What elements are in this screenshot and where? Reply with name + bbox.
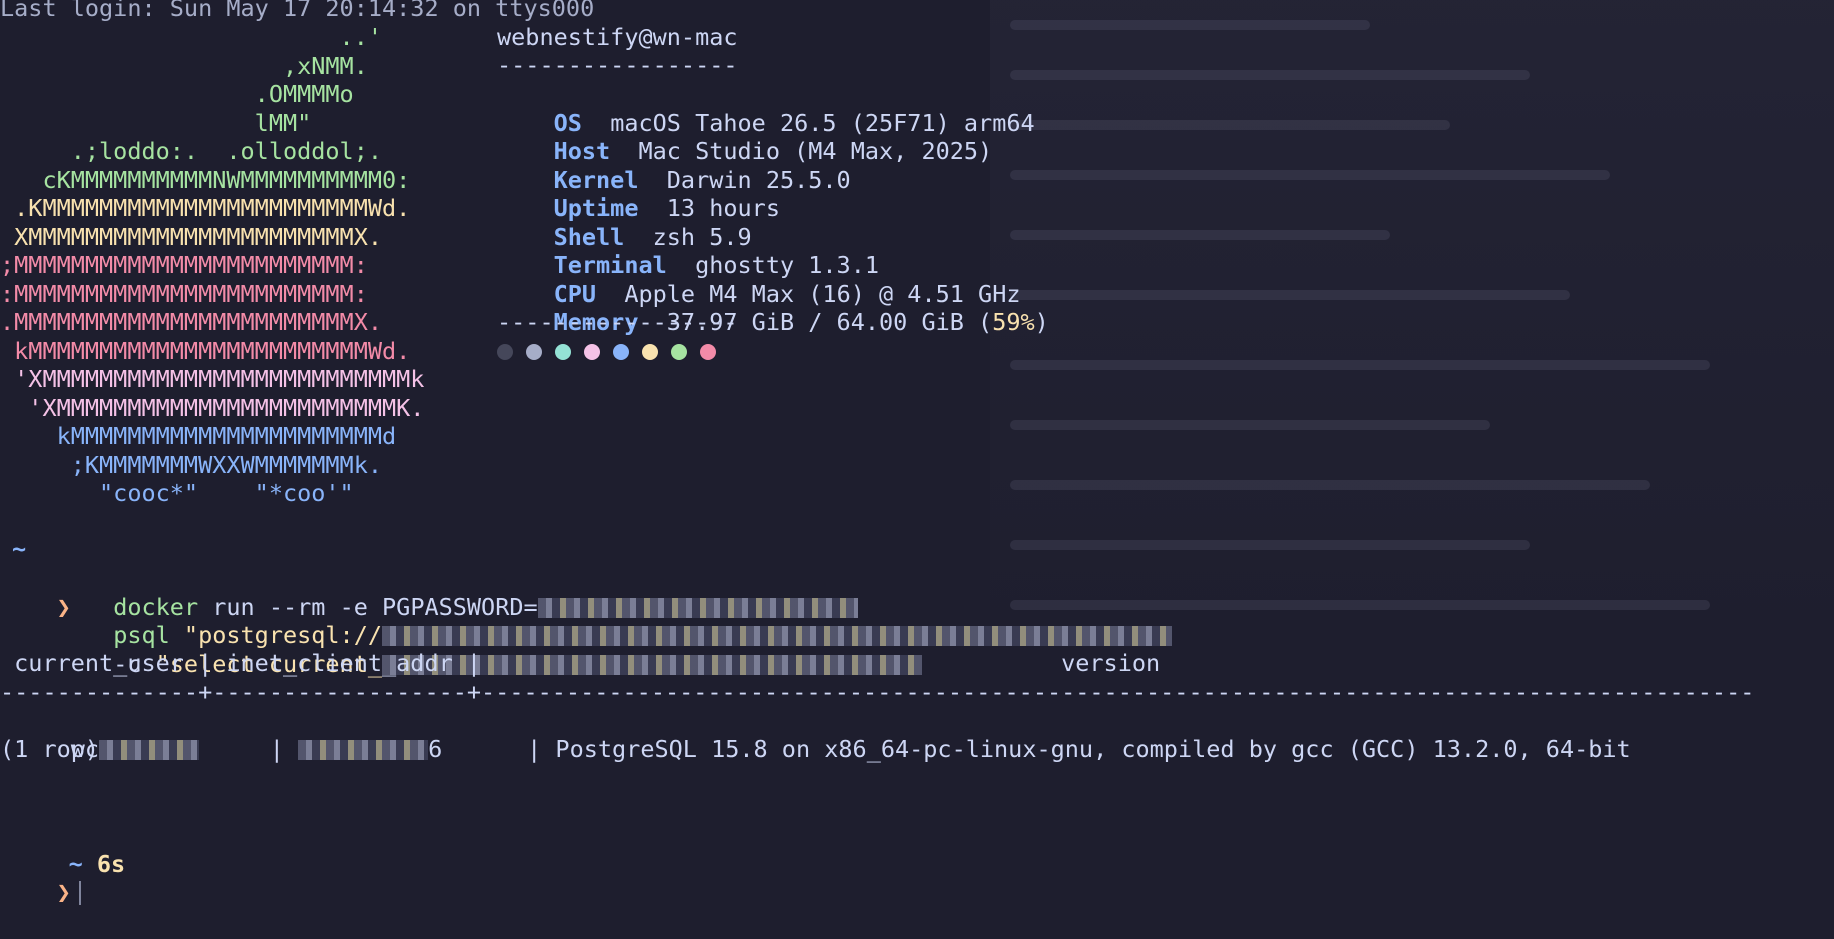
logo-line: kMMMMMMMMMMMMMMMMMMMMMMMMWd. (0, 336, 411, 365)
logo-line: 'XMMMMMMMMMMMMMMMMMMMMMMMMMMk (0, 365, 425, 393)
logo-line: :MMMMMMMMMMMMMMMMMMMMMMMM: (0, 279, 368, 308)
redacted-user (99, 740, 200, 760)
palette-dot (671, 344, 687, 360)
logo-line: ..' (0, 23, 383, 51)
palette-dot (700, 344, 716, 360)
palette-dot (555, 344, 571, 360)
logo-line: ;KMMMMMMMWXXWMMMMMMMk. (0, 450, 383, 479)
table-divider: --------------+------------------+------… (0, 678, 1755, 706)
prompt-directory: ~ (12, 535, 27, 563)
user-host: webnestify@wn-mac (497, 23, 738, 51)
logo-line: ,xNMM. (0, 51, 368, 80)
prompt-line-2: ~ 6s (12, 821, 126, 878)
sysinfo-row-uptime: Uptime 13 hours (497, 165, 780, 222)
color-palette (497, 344, 716, 360)
table-row: pc | 6 | PostgreSQL 15.8 on x86_64-pc-li… (0, 706, 1631, 763)
palette-dot (613, 344, 629, 360)
palette-dot (497, 344, 513, 360)
sysinfo-row-memory: Memory 37.97 GiB / 64.00 GiB (59%) (497, 279, 1049, 336)
table-header: current_user | inet_client_addr | versio… (0, 649, 1161, 677)
last-login-line: Last login: Sun May 17 20:14:32 on ttys0… (0, 0, 595, 22)
row-count: (1 row) (0, 735, 100, 763)
cell-version: | PostgreSQL 15.8 on x86_64-pc-linux-gnu… (442, 734, 1631, 763)
logo-line: "cooc*" "*coo'" (0, 479, 354, 507)
logo-line: .KMMMMMMMMMMMMMMMMMMMMMMMWd. (0, 194, 411, 222)
sysinfo-separator-bottom: ----------------- (497, 308, 738, 336)
logo-line: .;loddo:. .olloddol;. (0, 137, 383, 165)
sysinfo-row-os: OS macOS Tahoe 26.5 (25F71) arm64 (497, 80, 1035, 137)
memory-percent: 59% (992, 307, 1035, 336)
palette-dot (584, 344, 600, 360)
sysinfo-row-kernel: Kernel Darwin 25.5.0 (497, 137, 851, 194)
palette-dot (526, 344, 542, 360)
command-duration: 6s (96, 849, 126, 878)
logo-line: 'XMMMMMMMMMMMMMMMMMMMMMMMMK. (0, 393, 425, 422)
sysinfo-row-cpu: CPU Apple M4 Max (16) @ 4.51 GHz (497, 251, 1021, 308)
logo-line: kMMMMMMMMMMMMMMMMMMMMMMd (0, 422, 397, 450)
terminal-window[interactable]: Last login: Sun May 17 20:14:32 on ttys0… (0, 0, 1834, 939)
logo-line: .OMMMMo (0, 80, 354, 108)
logo-line: ;MMMMMMMMMMMMMMMMMMMMMMMM: (0, 251, 368, 279)
prompt-arrow-icon: ❯ (56, 877, 71, 906)
logo-line: cKMMMMMMMMMMNWMMMMMMMMMM0: (0, 165, 411, 194)
blurred-background-window (990, 0, 1834, 660)
command-line-2: psql "postgresql:// (0, 592, 1173, 649)
logo-line: .MMMMMMMMMMMMMMMMMMMMMMMMX. (0, 308, 383, 336)
cell-ip-tail: 6 (428, 734, 443, 763)
text-cursor[interactable] (78, 881, 81, 905)
active-prompt[interactable]: ❯ (0, 849, 81, 906)
sysinfo-row-terminal: Terminal ghostty 1.3.1 (497, 222, 879, 279)
command-line-3: -c "select current_ (0, 621, 923, 678)
cell-separator: | (199, 734, 299, 763)
memory-close-paren: ) (1034, 307, 1049, 336)
sysinfo-row-shell: Shell zsh 5.9 (497, 194, 752, 251)
logo-line: XMMMMMMMMMMMMMMMMMMMMMMMX. (0, 222, 383, 251)
redacted-ip (298, 740, 429, 760)
logo-line: lMM" (0, 108, 312, 137)
command-line-1: ❯ docker run --rm -e PGPASSWORD= (0, 564, 858, 621)
sysinfo-row-host: Host Mac Studio (M4 Max, 2025) (497, 108, 993, 165)
sysinfo-separator-top: ----------------- (497, 51, 738, 79)
palette-dot (642, 344, 658, 360)
